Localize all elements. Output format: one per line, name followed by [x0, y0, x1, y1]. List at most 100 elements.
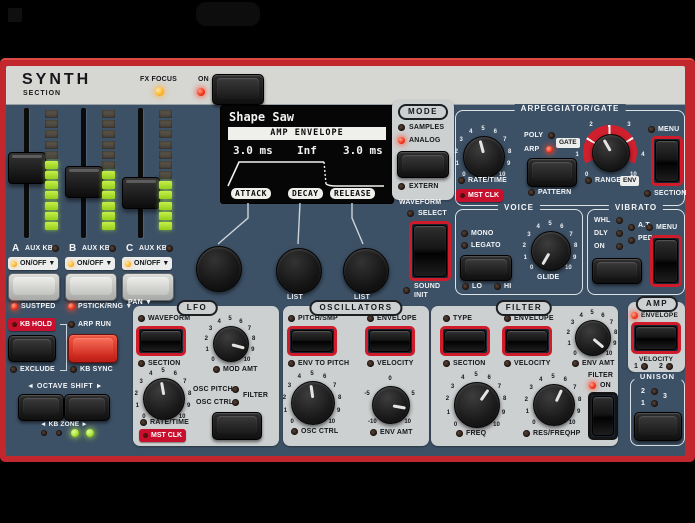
osc-envelope-button[interactable] [369, 330, 411, 352]
kb-zone-led-3 [71, 429, 79, 437]
osc-velocity-label: VELOCITY [377, 360, 414, 367]
kb-hold-button[interactable] [8, 335, 56, 362]
osc-env-amt-label: ENV AMT [380, 429, 413, 436]
fx-focus-led [155, 87, 164, 96]
filter-res-knob[interactable] [533, 384, 575, 426]
filter-freq-label: FREQ [466, 430, 486, 437]
lfo-title: LFO [177, 300, 218, 316]
vibrato-section-button[interactable] [654, 239, 678, 283]
range-led [585, 177, 592, 184]
channel-b-onoff[interactable]: ON/OFF ▼ [65, 257, 115, 270]
voice-mode-button[interactable] [460, 255, 512, 281]
filter-on-button-frame [588, 392, 618, 440]
fader-a-handle[interactable] [8, 152, 46, 184]
filter-res-led [523, 430, 530, 437]
on-label: ON [198, 76, 209, 83]
vibrato-mode-button[interactable] [592, 258, 642, 284]
exclude-led [10, 366, 17, 373]
filter-freq-knob[interactable] [454, 382, 500, 428]
osc-ctrl-knob[interactable] [291, 381, 335, 425]
amp-envelope-button[interactable] [635, 326, 677, 350]
channel-c-onoff-label: ON/OFF ▼ [134, 260, 169, 267]
lfo-filter-label: FILTER [243, 392, 268, 399]
poly-led [548, 132, 555, 139]
ped-led [628, 237, 635, 244]
unison-led-bottom [651, 400, 658, 407]
arpeggiator-title: ARPEGGIATOR/GATE [515, 104, 626, 113]
meter-a [45, 110, 59, 230]
attack-knob[interactable] [196, 246, 242, 292]
extern-label: EXTERN [409, 183, 439, 190]
mono-led [461, 230, 468, 237]
mode-button[interactable] [397, 151, 449, 178]
osc-env-to-pitch-label: ENV TO PITCH [298, 360, 349, 367]
osc-ctrl-led [291, 428, 298, 435]
octave-down-button[interactable] [18, 394, 64, 421]
mode-title: MODE [398, 104, 448, 120]
channel-c-button[interactable] [122, 273, 174, 301]
arp-label: ARP [524, 146, 539, 153]
filter-envelope-button[interactable] [506, 330, 548, 352]
lfo-waveform-button[interactable] [140, 330, 182, 352]
osc-env-amt-knob[interactable] [372, 386, 410, 424]
osc-velocity-led [367, 360, 374, 367]
arp-mode-button[interactable] [527, 158, 577, 187]
arp-rate-time-label: RATE/TIME [468, 177, 507, 184]
fader-b-handle[interactable] [65, 166, 103, 198]
bottom-bar [0, 462, 695, 523]
arp-run-button[interactable] [68, 334, 118, 363]
analog-label: ANALOG [409, 137, 441, 144]
channel-c-onoff[interactable]: ON/OFF ▼ [122, 257, 172, 270]
waveform-select-button[interactable] [413, 225, 447, 277]
osc-pitch-button[interactable] [291, 330, 333, 352]
filter-section-led [443, 360, 450, 367]
arp-rate-knob[interactable] [463, 136, 505, 178]
channel-b-onoff-label: ON/OFF ▼ [77, 260, 112, 267]
osc-pitch-smp-label: PITCH/SMP [298, 315, 338, 322]
osc-env-to-pitch-led [288, 360, 295, 367]
arp-menu-led [648, 126, 655, 133]
channel-a-button[interactable] [8, 273, 60, 301]
lcd-patch-name: Shape Saw [229, 110, 294, 124]
env-tag: ENV [620, 176, 639, 186]
lfo-mod-amt-knob[interactable] [213, 326, 249, 362]
vib-on-led [616, 243, 623, 250]
analog-led [398, 137, 405, 144]
osc-envelope-label: ENVELOPE [377, 315, 417, 322]
release-knob[interactable] [343, 248, 389, 294]
filter-env-amt-knob[interactable] [575, 320, 611, 356]
page-subtitle: SECTION [23, 90, 61, 97]
channel-a-onoff[interactable]: ON/OFF ▼ [8, 257, 58, 270]
channel-a-sub-label: SUSTPED [21, 303, 55, 310]
lfo-dest-button[interactable] [212, 412, 262, 440]
decay-knob[interactable] [276, 248, 322, 294]
lcd-banner: AMP ENVELOPE [228, 127, 386, 140]
range-label: RANGE [595, 177, 621, 184]
unison-button[interactable] [634, 412, 682, 441]
filter-type-button[interactable] [444, 330, 486, 352]
channel-a-aux-led [52, 245, 59, 252]
envelope-connector-lines [200, 202, 400, 248]
synth-on-button[interactable] [212, 74, 264, 105]
osc-ctrl-label: OSC CTRL [301, 428, 338, 435]
channel-a-sub-led [11, 303, 18, 310]
vib-menu-label: MENU [656, 224, 677, 231]
octave-up-button[interactable] [64, 394, 110, 421]
lfo-rate-knob[interactable] [143, 378, 185, 420]
lcd-attack-value: 3.0 ms [233, 144, 273, 157]
amp-envelope-led [631, 312, 638, 319]
kb-hold-led [12, 322, 17, 327]
lfo-waveform-label: WAVEFORM [148, 315, 190, 322]
lfo-osc-ctrl-label: OSC CTRL [196, 399, 233, 406]
meter-b [102, 110, 116, 230]
arp-section-button[interactable] [655, 140, 679, 182]
range-knob[interactable] [592, 134, 630, 172]
amp-velocity-2: 2 [659, 363, 663, 370]
header-strip [6, 66, 685, 105]
fader-c-handle[interactable] [122, 177, 160, 209]
channel-b-button[interactable] [65, 273, 117, 301]
sound-init-led [403, 287, 410, 294]
filter-on-button[interactable] [592, 396, 614, 436]
glide-knob[interactable] [531, 231, 571, 271]
amp-envelope-label: ENVELOPE [641, 312, 678, 319]
